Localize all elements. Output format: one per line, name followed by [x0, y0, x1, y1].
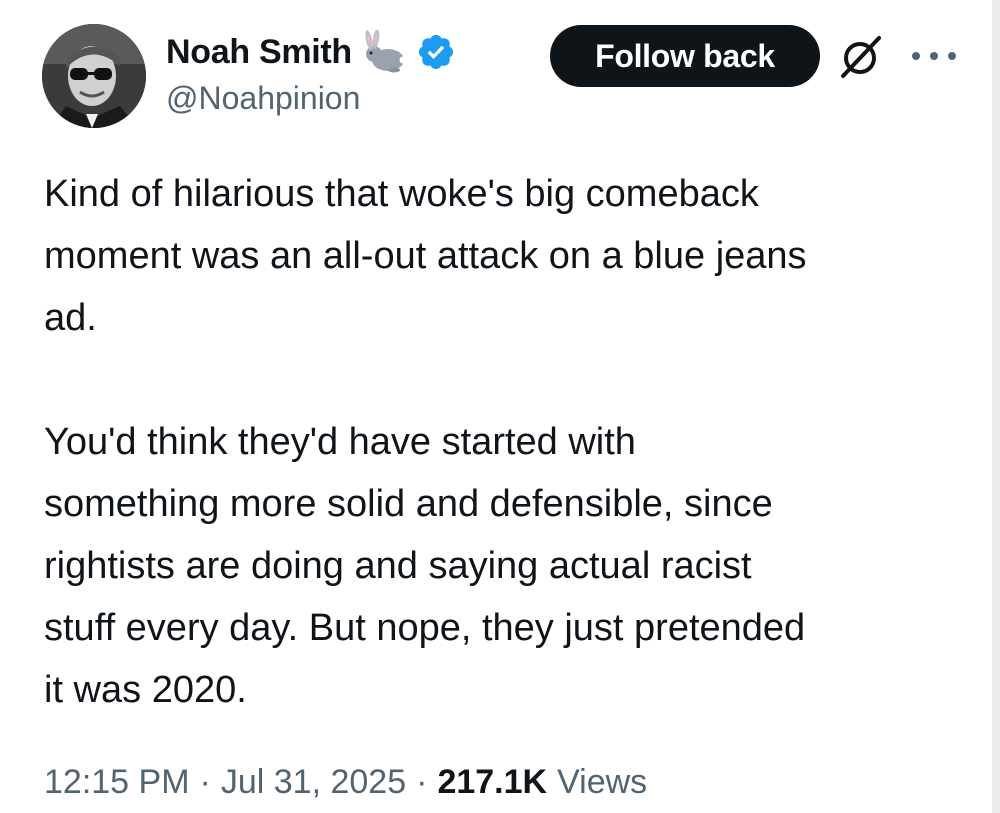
more-options-icon[interactable]	[908, 45, 960, 67]
tweet-time[interactable]: 12:15 PM	[44, 763, 190, 802]
author-name-row: Noah Smith	[166, 28, 456, 76]
views-label: Views	[557, 762, 648, 801]
meta-separator: ·	[199, 762, 211, 801]
avatar-photo	[42, 24, 146, 128]
tweet-paragraph: Kind of hilarious that woke's big comeba…	[44, 173, 807, 339]
avatar[interactable]	[42, 24, 146, 128]
author-display-name[interactable]: Noah Smith	[166, 33, 352, 72]
views-count: 217.1K	[437, 762, 548, 801]
tweet-meta: 12:15 PM · Jul 31, 2025 · 217.1K Views	[44, 752, 647, 812]
tweet-paragraph: You'd think they'd have started with som…	[44, 421, 806, 711]
tweet-text: Kind of hilarious that woke's big comeba…	[44, 163, 974, 721]
tweet-date[interactable]: Jul 31, 2025	[221, 763, 406, 802]
scrollbar-track	[992, 0, 1000, 813]
verified-badge-icon	[418, 34, 453, 70]
meta-separator: ·	[416, 762, 428, 801]
slashed-circle-icon[interactable]	[838, 34, 884, 80]
author-handle[interactable]: @Noahpinion	[166, 80, 360, 117]
follow-back-button[interactable]: Follow back	[550, 25, 820, 87]
rabbit-icon	[365, 30, 407, 73]
